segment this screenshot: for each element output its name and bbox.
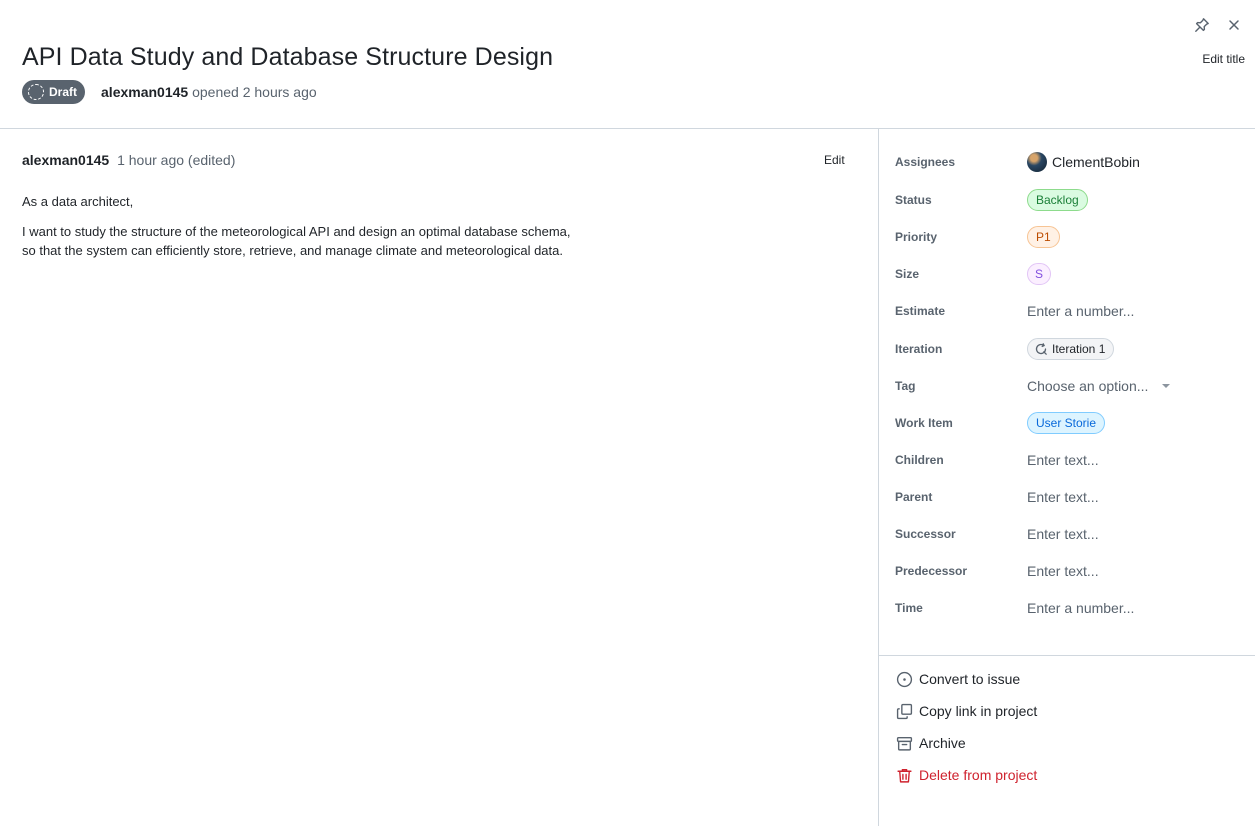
field-label: Successor [895, 527, 956, 541]
priority-value[interactable]: P1 [1027, 226, 1060, 248]
field-label: Status [895, 193, 932, 207]
avatar [1027, 152, 1047, 172]
draft-badge: Draft [22, 80, 86, 104]
field-children: Children Enter text... [895, 447, 1245, 473]
assignee-name: ClementBobin [1052, 154, 1140, 170]
parent-input[interactable]: Enter text... [1027, 489, 1099, 505]
draft-icon [28, 84, 44, 100]
time-input[interactable]: Enter a number... [1027, 600, 1134, 616]
field-iteration: Iteration Iteration 1 [895, 336, 1245, 362]
comment-body: As a data architect, I want to study the… [22, 192, 571, 260]
field-label: Tag [895, 379, 916, 393]
copy-link-button[interactable]: Copy link in project [895, 702, 1037, 720]
comment-timestamp[interactable]: 1 hour ago (edited) [117, 152, 235, 168]
field-priority: Priority P1 [895, 224, 1245, 250]
field-label: Assignees [895, 155, 956, 169]
sidebar-divider [879, 655, 1255, 656]
close-icon[interactable] [1223, 14, 1245, 36]
field-label: Children [895, 453, 944, 467]
iteration-value[interactable]: Iteration 1 [1027, 338, 1115, 360]
work-item-value[interactable]: User Storie [1027, 412, 1106, 434]
opened-info: alexman0145 opened 2 hours ago [101, 84, 317, 100]
field-estimate: Estimate Enter a number... [895, 298, 1245, 324]
comment-paragraph: As a data architect, [22, 194, 134, 209]
field-tag: Tag Choose an option... [895, 373, 1245, 399]
field-label: Size [895, 267, 920, 281]
copy-icon [895, 702, 913, 720]
delete-from-project-button[interactable]: Delete from project [895, 766, 1037, 784]
comment-header: alexman0145 1 hour ago (edited) [22, 152, 235, 168]
iteration-label: Iteration 1 [1052, 342, 1106, 356]
field-label: Predecessor [895, 564, 968, 578]
estimate-input[interactable]: Enter a number... [1027, 303, 1134, 319]
priority-badge: P1 [1027, 226, 1060, 248]
opened-author[interactable]: alexman0145 [101, 84, 188, 100]
field-label: Priority [895, 230, 938, 244]
children-input[interactable]: Enter text... [1027, 452, 1099, 468]
convert-label: Convert to issue [919, 671, 1021, 687]
main-content: alexman0145 1 hour ago (edited) Edit As … [0, 129, 879, 826]
work-item-badge: User Storie [1027, 412, 1106, 434]
convert-to-issue-button[interactable]: Convert to issue [895, 670, 1020, 688]
issue-opened-icon [895, 670, 913, 688]
field-parent: Parent Enter text... [895, 484, 1245, 510]
status-value[interactable]: Backlog [1027, 189, 1088, 211]
predecessor-input[interactable]: Enter text... [1027, 563, 1099, 579]
delete-label: Delete from project [919, 767, 1038, 783]
assignees-value[interactable]: ClementBobin [1027, 152, 1140, 172]
successor-input[interactable]: Enter text... [1027, 526, 1099, 542]
panel-controls [1191, 14, 1245, 36]
field-work-item: Work Item User Storie [895, 410, 1245, 436]
comment-author[interactable]: alexman0145 [22, 152, 109, 168]
field-successor: Successor Enter text... [895, 521, 1245, 547]
field-predecessor: Predecessor Enter text... [895, 558, 1245, 584]
tag-placeholder: Choose an option... [1027, 378, 1149, 394]
pin-icon[interactable] [1191, 14, 1213, 36]
field-label: Estimate [895, 304, 946, 318]
copy-link-label: Copy link in project [919, 703, 1038, 719]
comment-edit-button[interactable]: Edit [824, 153, 845, 167]
field-time: Time Enter a number... [895, 595, 1245, 621]
status-badge: Backlog [1027, 189, 1088, 211]
title-meta: Draft alexman0145 opened 2 hours ago [22, 80, 317, 104]
field-label: Time [895, 601, 923, 615]
iteration-badge: Iteration 1 [1027, 338, 1115, 360]
comment-line: I want to study the structure of the met… [22, 224, 571, 239]
fields-sidebar: Assignees ClementBobin Status Backlog Pr… [878, 129, 1255, 826]
draft-badge-label: Draft [49, 85, 78, 99]
tag-select[interactable]: Choose an option... [1027, 378, 1171, 394]
size-value[interactable]: S [1027, 263, 1052, 285]
iteration-icon [1035, 343, 1047, 355]
chevron-down-icon [1162, 384, 1171, 388]
comment-line: so that the system can efficiently store… [22, 243, 563, 258]
size-badge: S [1027, 263, 1052, 285]
field-label: Work Item [895, 416, 953, 430]
edit-title-button[interactable]: Edit title [1202, 52, 1245, 66]
field-size: Size S [895, 261, 1245, 287]
page-title: API Data Study and Database Structure De… [22, 43, 554, 71]
field-label: Parent [895, 490, 933, 504]
archive-button[interactable]: Archive [895, 734, 966, 752]
field-assignees: Assignees ClementBobin [895, 149, 1245, 175]
field-status: Status Backlog [895, 187, 1245, 213]
panel-header: API Data Study and Database Structure De… [0, 0, 1255, 129]
opened-time: opened 2 hours ago [192, 84, 317, 100]
field-label: Iteration [895, 342, 943, 356]
trash-icon [895, 766, 913, 784]
archive-icon [895, 734, 913, 752]
archive-label: Archive [919, 735, 966, 751]
